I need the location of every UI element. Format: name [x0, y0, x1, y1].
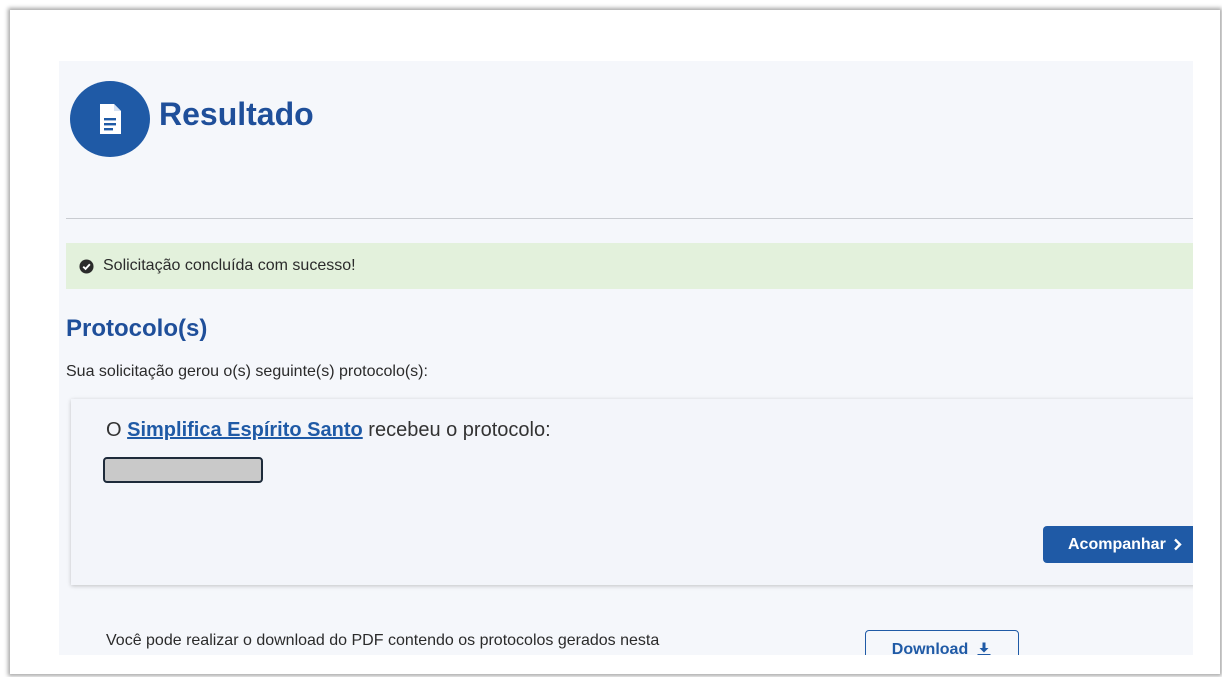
protocol-card: O Simplifica Espírito Santo recebeu o pr… — [71, 399, 1193, 585]
alert-message: Solicitação concluída com sucesso! — [103, 257, 356, 274]
check-circle-icon — [79, 258, 94, 274]
protocol-number — [103, 457, 263, 483]
message-prefix: O — [106, 419, 122, 441]
section-title: Protocolo(s) — [66, 315, 208, 342]
download-button-label: Download — [891, 641, 969, 655]
download-icon — [976, 641, 992, 655]
header-divider — [66, 218, 1193, 219]
chevron-right-icon — [1173, 538, 1182, 551]
document-icon — [70, 81, 150, 157]
success-alert: Solicitação concluída com sucesso! — [66, 243, 1193, 289]
simplifica-link[interactable]: Simplifica Espírito Santo — [127, 419, 363, 441]
window-frame: Resultado Solicitação concluída com suce… — [10, 10, 1220, 674]
message-suffix: recebeu o protocolo: — [368, 419, 551, 441]
page-title: Resultado — [159, 96, 314, 132]
download-description: Você pode realizar o download do PDF con… — [106, 632, 660, 649]
track-button-label: Acompanhar — [1068, 535, 1166, 553]
download-button[interactable]: Download — [865, 630, 1019, 655]
track-button[interactable]: Acompanhar — [1043, 526, 1193, 563]
protocol-card-message: O Simplifica Espírito Santo recebeu o pr… — [106, 419, 551, 442]
section-description: Sua solicitação gerou o(s) seguinte(s) p… — [66, 363, 428, 380]
result-page: Resultado Solicitação concluída com suce… — [59, 61, 1193, 655]
